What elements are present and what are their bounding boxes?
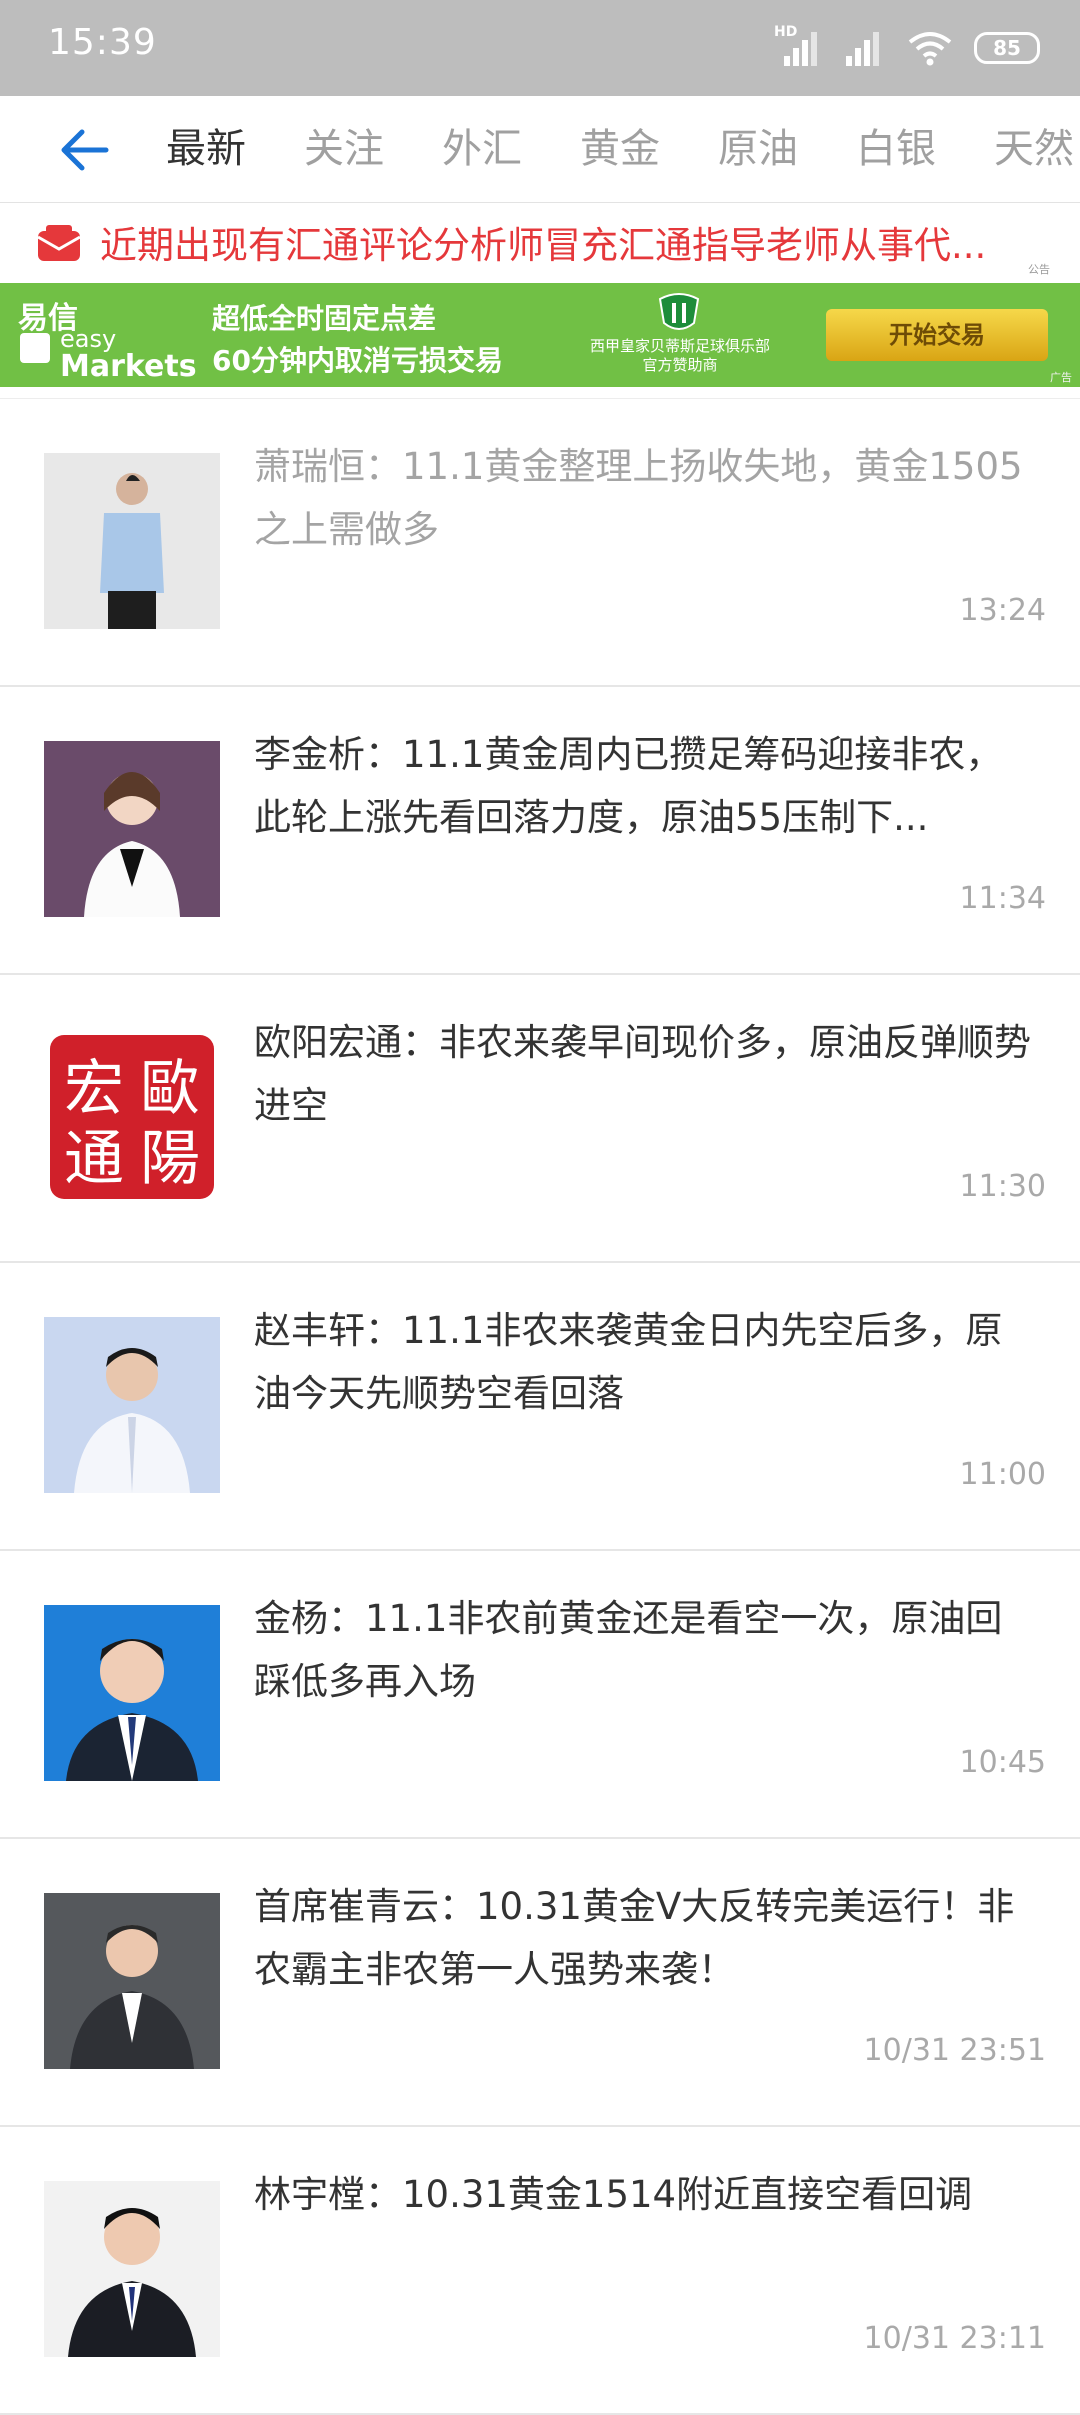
list-item[interactable]: 李金析：11.1黄金周内已攒足筹码迎接非农，此轮上涨先看回落力度，原油55压制下… [0,687,1080,975]
seal-char: 陽 [140,1124,200,1194]
tab-gold[interactable]: 黄金 [580,96,660,202]
author-avatar [44,1605,220,1781]
author-avatar [44,2181,220,2357]
tab-following[interactable]: 关注 [304,96,384,202]
ad-club-line1: 西甲皇家贝蒂斯足球俱乐部 [589,337,770,355]
ad-banner[interactable]: 易信 easy Markets 超低全时固定点差 60分钟内取消亏损交易 西甲皇… [0,283,1080,387]
seal-char: 通 [64,1124,124,1194]
ad-subline: 60分钟内取消亏损交易 [212,344,503,377]
ad-headline: 超低全时固定点差 [212,302,437,335]
article-title: 首席崔青云：10.31黄金V大反转完美运行！非农霸主非农第一人强势来袭！ [254,1885,1015,1991]
list-item[interactable]: 首席崔青云：10.31黄金V大反转完美运行！非农霸主非农第一人强势来袭！ 10/… [0,1839,1080,2127]
status-time: 15:39 [48,22,157,63]
announcement-bar[interactable]: 近期出现有汇通评论分析师冒充汇通指导老师从事代... 公告 [0,203,1080,281]
announcement-text: 近期出现有汇通评论分析师冒充汇通指导老师从事代... [100,224,987,267]
start-trading-button[interactable]: 开始交易 [826,309,1048,361]
list-item[interactable]: 金杨：11.1非农前黄金还是看空一次，原油回踩低多再入场 10:45 [0,1551,1080,1839]
tab-crude-oil[interactable]: 原油 [718,96,798,202]
list-item[interactable]: 林宇樘：10.31黄金1514附近直接空看回调 10/31 23:11 [0,2127,1080,2415]
article-time: 11:30 [959,1169,1046,1204]
article-time: 11:34 [959,881,1046,916]
article-title: 金杨：11.1非农前黄金还是看空一次，原油回踩低多再入场 [254,1597,1003,1703]
ad-club-text: 西甲皇家贝蒂斯足球俱乐部 官方赞助商 [560,337,800,375]
article-feed: 萧瑞恒：11.1黄金整理上扬收失地，黄金1505之上需做多 13:24 李金析：… [0,398,1080,2415]
article-title: 萧瑞恒：11.1黄金整理上扬收失地，黄金1505之上需做多 [254,445,1023,551]
status-bar: 15:39 HD 85 [0,0,1080,96]
list-item[interactable]: 宏 歐 通 陽 欧阳宏通：非农来袭早间现价多，原油反弹顺势进空 11:30 [0,975,1080,1263]
announcement-tag: 公告 [1028,263,1050,276]
tab-forex[interactable]: 外汇 [442,96,522,202]
article-time: 10/31 23:51 [863,2033,1046,2068]
article-title: 赵丰轩：11.1非农来袭黄金日内先空后多，原油今天先顺势空看回落 [254,1309,1003,1415]
article-title: 林宇樘：10.31黄金1514附近直接空看回调 [254,2173,973,2216]
tab-natural-gas[interactable]: 天然 [994,96,1074,202]
tab-latest[interactable]: 最新 [166,96,246,202]
list-item[interactable]: 萧瑞恒：11.1黄金整理上扬收失地，黄金1505之上需做多 13:24 [0,398,1080,687]
ad-club-line2: 官方赞助商 [642,356,718,374]
back-arrow-icon[interactable] [56,122,112,178]
ad-logo-en2: Markets [60,349,197,384]
author-avatar [44,1317,220,1493]
hd-label: HD [774,24,798,40]
author-avatar [44,453,220,629]
article-title: 欧阳宏通：非农来袭早间现价多，原油反弹顺势进空 [254,1021,1031,1127]
article-time: 11:00 [959,1457,1046,1492]
status-icons: HD 85 [774,24,1040,70]
article-title: 李金析：11.1黄金周内已攒足筹码迎接非农，此轮上涨先看回落力度，原油55压制下… [254,733,1003,839]
article-time: 10:45 [959,1745,1046,1780]
club-crest-icon [658,293,700,330]
ad-tag: 广告 [1050,371,1072,384]
seal-char: 歐 [140,1054,200,1124]
article-time: 13:24 [959,593,1046,628]
category-nav: 最新 关注 外汇 黄金 原油 白银 天然 [0,96,1080,203]
tab-bar: 最新 关注 外汇 黄金 原油 白银 天然 [166,96,1080,202]
author-avatar [44,741,220,917]
tab-silver[interactable]: 白银 [856,96,936,202]
seal-char: 宏 [64,1054,124,1124]
battery-icon: 85 [974,32,1040,64]
wifi-icon [908,32,952,66]
article-time: 10/31 23:11 [863,2321,1046,2356]
signal-hd-icon: HD [774,24,820,66]
easymarkets-logo-icon [20,333,50,363]
signal-icon [842,30,886,66]
list-item[interactable]: 赵丰轩：11.1非农来袭黄金日内先空后多，原油今天先顺势空看回落 11:00 [0,1263,1080,1551]
mail-notice-icon [37,225,81,261]
author-avatar [44,1893,220,2069]
author-seal-avatar: 宏 歐 通 陽 [44,1029,220,1205]
